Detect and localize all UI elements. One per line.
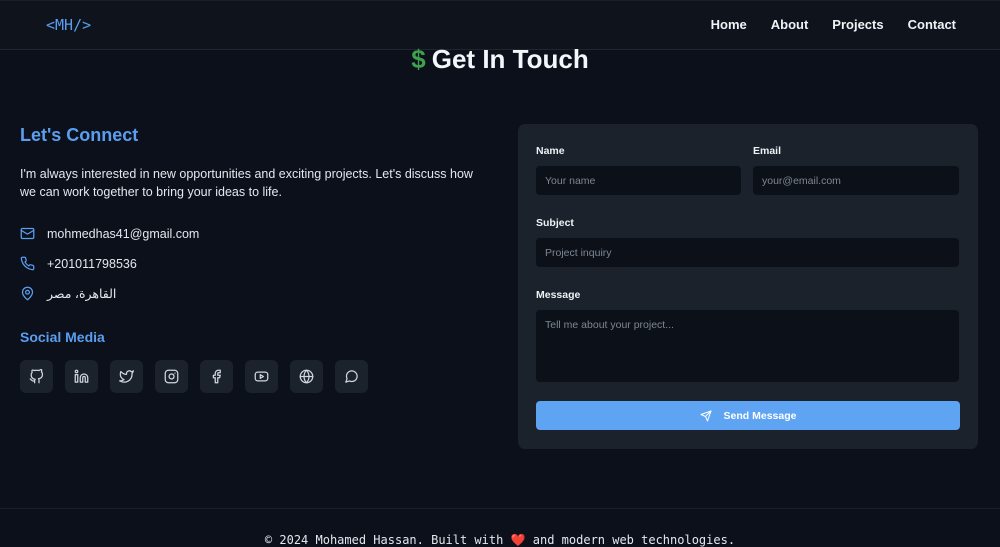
email-input[interactable]	[753, 166, 959, 195]
footer-text-before: © 2024 Mohamed Hassan. Built with	[264, 533, 504, 547]
nav-link-about[interactable]: About	[771, 17, 809, 32]
contact-form: Name Email Subject Message Send Message	[518, 124, 978, 449]
youtube-button[interactable]	[245, 360, 278, 393]
subject-input[interactable]	[536, 238, 959, 267]
footer: © 2024 Mohamed Hassan. Built with ❤️ and…	[0, 533, 1000, 547]
nav-link-home[interactable]: Home	[711, 17, 747, 32]
footer-text-after: and modern web technologies.	[532, 533, 736, 547]
linkedin-icon	[74, 369, 89, 383]
send-message-button[interactable]: Send Message	[536, 401, 960, 430]
section-title: $ Get In Touch	[0, 44, 1000, 75]
social-heading: Social Media	[20, 329, 105, 345]
website-button[interactable]	[290, 360, 323, 393]
navbar: <MH/> Home About Projects Contact	[0, 0, 1000, 50]
facebook-button[interactable]	[200, 360, 233, 393]
linkedin-button[interactable]	[65, 360, 98, 393]
footer-divider	[0, 508, 1000, 509]
facebook-icon	[212, 369, 221, 384]
map-pin-icon	[21, 286, 34, 301]
heart-icon: ❤️	[510, 533, 526, 547]
youtube-icon	[254, 371, 269, 382]
message-label: Message	[536, 289, 581, 301]
twitter-icon	[119, 370, 134, 383]
nav-link-projects[interactable]: Projects	[832, 17, 883, 32]
globe-icon	[299, 369, 314, 384]
contact-email: mohmedhas41@gmail.com	[20, 226, 199, 241]
dollar-symbol: $	[411, 44, 426, 74]
github-icon	[29, 369, 44, 384]
send-icon	[700, 410, 712, 421]
contact-phone: +201011798536	[20, 256, 137, 271]
email-label: Email	[753, 145, 782, 157]
send-message-label: Send Message	[723, 409, 797, 422]
contact-location-text: القاهرة، مصر	[47, 287, 117, 301]
message-textarea[interactable]	[536, 310, 959, 382]
connect-description: I'm always interested in new opportuniti…	[20, 167, 473, 199]
name-label: Name	[536, 145, 565, 157]
contact-email-text[interactable]: mohmedhas41@gmail.com	[47, 227, 199, 241]
twitter-button[interactable]	[110, 360, 143, 393]
subject-label: Subject	[536, 217, 574, 229]
contact-location: القاهرة، مصر	[20, 286, 116, 301]
social-links	[20, 360, 368, 393]
contact-phone-text[interactable]: +201011798536	[47, 257, 137, 271]
connect-heading: Let's Connect	[20, 125, 139, 145]
phone-icon	[20, 256, 35, 271]
chat-icon	[345, 370, 358, 383]
section-title-text: Get In Touch	[431, 44, 589, 74]
github-button[interactable]	[20, 360, 53, 393]
logo[interactable]: <MH/>	[46, 16, 91, 34]
mail-icon	[20, 227, 35, 240]
chat-button[interactable]	[335, 360, 368, 393]
instagram-button[interactable]	[155, 360, 188, 393]
instagram-icon	[164, 369, 179, 384]
name-input[interactable]	[536, 166, 741, 195]
nav-links: Home About Projects Contact	[711, 17, 956, 32]
nav-link-contact[interactable]: Contact	[908, 17, 956, 32]
